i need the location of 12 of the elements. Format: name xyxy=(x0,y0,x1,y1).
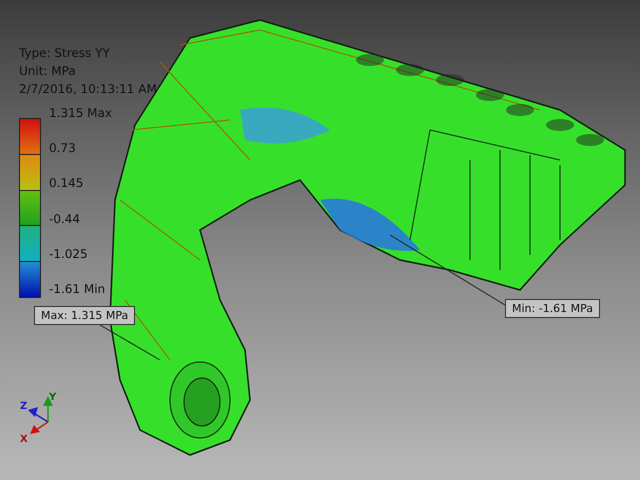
legend-label: -1.025 xyxy=(49,246,89,261)
max-callout: Max: 1.315 MPa xyxy=(34,306,136,325)
legend-label: 0.145 xyxy=(49,176,84,190)
result-unit: Unit: MPa xyxy=(19,63,77,80)
legend-min-label: -1.61 Min xyxy=(49,282,106,296)
min-callout: Min: -1.61 MPa xyxy=(505,299,600,318)
result-type: Type: Stress YY xyxy=(19,45,111,62)
legend-label: -0.44 xyxy=(49,212,82,226)
leader-line xyxy=(100,324,160,360)
legend-label: 0.73 xyxy=(49,141,77,156)
result-timestamp: 2/7/2016, 10:13:11 AM xyxy=(19,81,157,98)
legend-max-label: 1.315 Max xyxy=(49,106,112,120)
